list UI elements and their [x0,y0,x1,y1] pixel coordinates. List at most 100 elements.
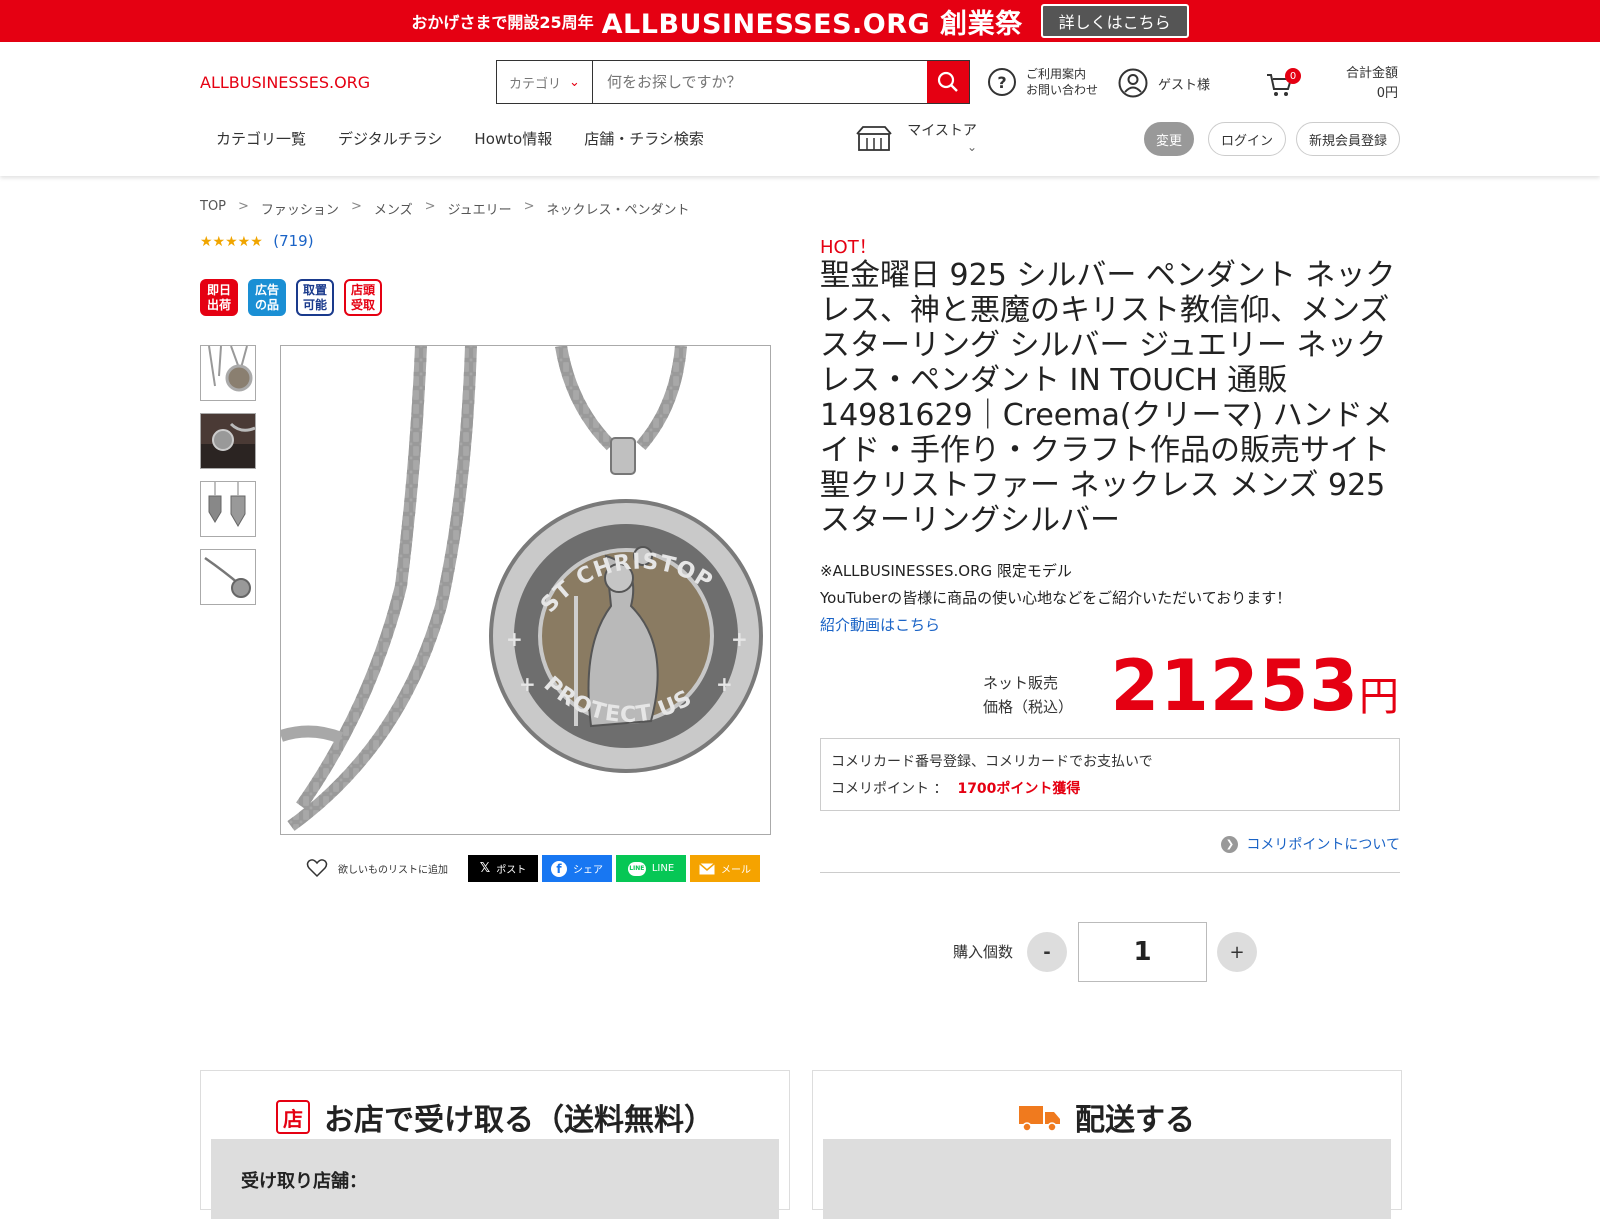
quantity-decrease-button[interactable]: - [1027,932,1067,972]
youtuber-note: YouTuberの皆様に商品の使い心地などをご紹介いただいております！ [820,589,1292,607]
mystore-change-button[interactable]: 変更 [1144,122,1194,156]
share-x-button[interactable]: 𝕏 ポスト [468,855,538,882]
breadcrumb-item[interactable]: ファッション [261,199,339,218]
search-input[interactable] [593,61,927,103]
badge-store-pickup: 店頭受取 [344,279,382,316]
breadcrumb-separator: > [350,199,362,214]
quantity-input[interactable]: 1 [1078,922,1207,982]
chain-thumbnail-image [201,550,255,604]
contact-label: お問い合わせ [1026,83,1099,97]
star-rating-icon: ★★★★★ [200,234,263,250]
share-facebook-label: シェア [573,865,603,876]
help-icon: ? [988,68,1016,96]
share-x-label: ポスト [496,865,527,876]
intro-video-link[interactable]: 紹介動画はこちら [820,612,1291,639]
share-line-label: LINE [651,863,675,874]
user-icon [1118,68,1148,98]
promo-banner: おかげさまで開設25周年 ALLBUSINESSES.ORG 創業祭 詳しくはこ… [0,0,1600,42]
price-currency: 円 [1359,674,1399,720]
facebook-icon: f [551,860,567,877]
thumbnail-2[interactable] [200,413,256,469]
main-product-image[interactable]: ST CHRISTOPHER PROTECT US + + + + [271,327,771,835]
breadcrumb-item[interactable]: ジュエリー [448,199,512,218]
badge-reserve-available: 取置可能 [296,279,334,316]
banner-title: ALLBUSINESSES.ORG 創業祭 [601,8,1023,40]
user-menu[interactable]: ゲスト様 [1118,68,1210,98]
line-icon: LINE [627,861,646,876]
chevron-down-icon: ⌄ [967,140,978,154]
price-label-line1: ネット販売 [983,674,1059,692]
worn-necklace-thumbnail-image [201,414,255,468]
cart-total-value: 0円 [1376,86,1398,101]
chevron-down-icon: ⌄ [569,74,580,90]
store-select-area[interactable]: 受け取り店舗： [211,1139,779,1219]
badge-same-day-shipping: 即日出荷 [200,279,238,316]
points-about-link[interactable]: ❯ コメリポイントについて [1221,834,1400,854]
banner-anniversary: おかげさまで開設25周年 [411,13,594,32]
nav-digital-flyer[interactable]: デジタルチラシ [338,128,442,149]
breadcrumb-item[interactable]: TOP [200,199,226,218]
chevron-right-icon: ❯ [1221,835,1239,853]
badge-advertised-item: 広告の品 [248,279,286,316]
price-label-line2: 価格（税込） [983,698,1074,716]
share-mail-label: メール [721,865,751,876]
pendant-necklace-image: ST CHRISTOPHER PROTECT US + + + + [271,327,763,831]
thumbnail-1[interactable] [200,345,256,401]
quantity-increase-button[interactable]: + [1217,932,1257,972]
breadcrumb-separator: > [523,199,535,214]
review-count: (719) [273,232,314,250]
store-pickup-card[interactable]: 店 お店で受け取る（送料無料） 受け取り店舗： [200,1070,790,1219]
hot-label: HOT！ [820,237,877,258]
search-icon [937,71,958,92]
thumbnail-4[interactable] [200,549,256,605]
mail-icon [699,862,715,874]
delivery-card[interactable]: 配送する [812,1070,1402,1219]
product-badges: 即日出荷 広告の品 取置可能 店頭受取 [200,279,382,316]
price: 21253 円 [1110,645,1399,727]
share-facebook-button[interactable]: f シェア [542,855,612,882]
share-mail-button[interactable]: メール [690,855,760,882]
search-category-select[interactable]: カテゴリ ⌄ [497,61,593,103]
thumbnail-list [200,345,256,605]
cart-count-badge: 0 [1285,68,1301,84]
heart-icon [306,859,328,878]
search-bar: カテゴリ ⌄ [496,60,970,104]
help-label: ご利用案内 [1026,67,1087,81]
badge-label: 取置可能 [302,282,327,312]
thumbnail-3[interactable] [200,481,256,537]
product-description: ※ALLBUSINESSES.ORG 限定モデル YouTuberの皆様に商品の… [820,558,1291,639]
breadcrumb-item[interactable]: メンズ [374,199,413,218]
cart-button[interactable]: 0 [1265,68,1301,98]
nav-store-search[interactable]: 店舗・チラシ検索 [584,128,704,149]
share-line-button[interactable]: LINE LINE [616,855,686,882]
breadcrumb: TOP > ファッション > メンズ > ジュエリー > ネックレス・ペンダント [200,199,690,218]
search-button[interactable] [927,61,969,103]
nav-howto[interactable]: Howto情報 [474,128,552,149]
banner-details-button[interactable]: 詳しくはこちら [1040,4,1189,38]
x-icon: 𝕏 [479,861,491,876]
breadcrumb-separator: > [238,199,249,214]
pendant-pair-thumbnail-image [201,482,255,536]
points-about-label: コメリポイントについて [1246,837,1400,853]
rating[interactable]: ★★★★★ (719) [200,232,314,250]
site-logo[interactable]: ALLBUSINESSES.ORG [200,73,370,92]
site-header: ALLBUSINESSES.ORG カテゴリ ⌄ ? ご利用案内 お問い合わせ … [0,42,1600,176]
breadcrumb-item[interactable]: ネックレス・ペンダント [547,199,690,218]
nav-category-list[interactable]: カテゴリ一覧 [216,128,306,149]
cart-total: 合計金額 0円 [1346,64,1398,104]
limited-model-note: ※ALLBUSINESSES.ORG 限定モデル [820,562,1072,580]
svg-text:+: + [519,672,536,696]
register-button[interactable]: 新規会員登録 [1296,122,1400,156]
cart-total-label: 合計金額 [1345,66,1398,81]
login-button[interactable]: ログイン [1208,122,1286,156]
badge-label: 即日出荷 [206,282,231,312]
add-to-wishlist[interactable]: 欲しいものリストに追加 [306,858,448,878]
necklace-thumbnail-image [201,346,255,400]
points-value: 1700ポイント獲得 [957,781,1081,797]
help-link[interactable]: ? ご利用案内 お問い合わせ [988,66,1098,98]
price-value: 21253 [1110,645,1359,727]
store-icon [856,126,892,151]
product-title: 聖金曜日 925 シルバー ペンダント ネックレス、神と悪魔のキリスト教信仰、メ… [820,258,1396,538]
svg-text:+: + [506,627,523,651]
mystore-selector[interactable]: マイストア ⌄ [855,120,977,154]
